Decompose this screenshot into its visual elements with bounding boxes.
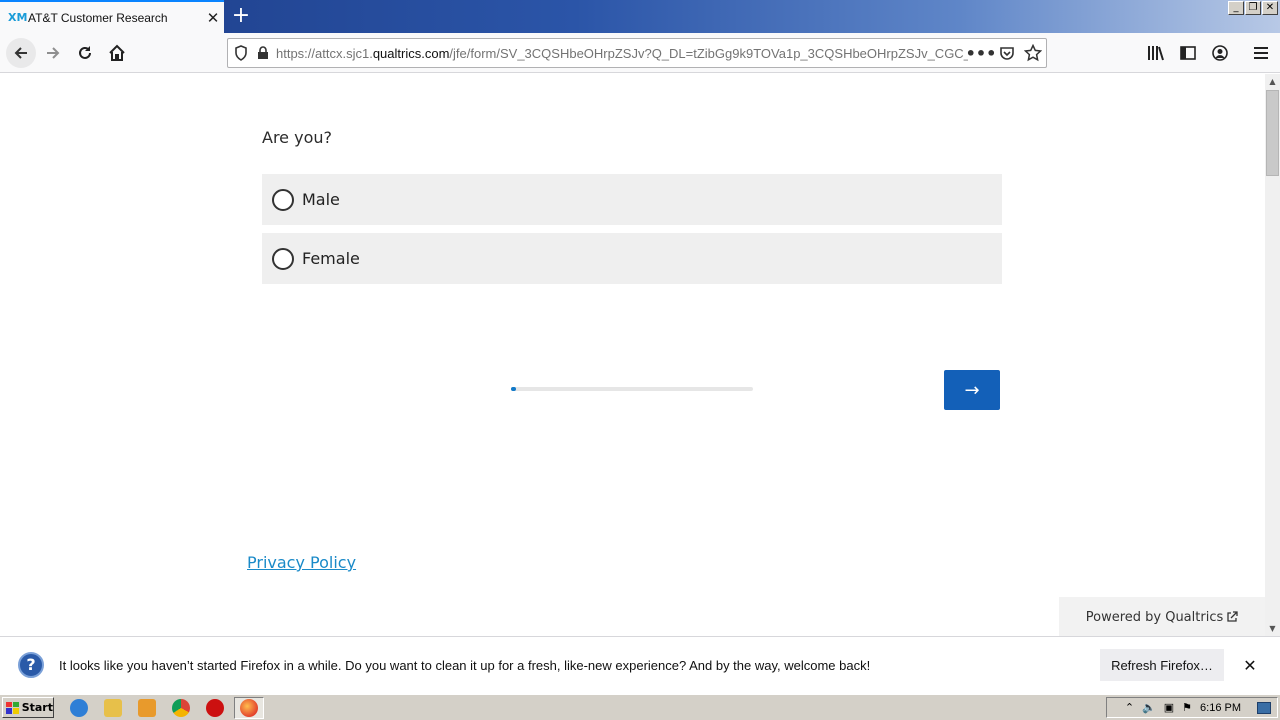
account-icon <box>1212 45 1228 61</box>
question-icon: ? <box>18 652 44 678</box>
url-text[interactable]: https://attcx.sjc1.qualtrics.com/jfe/for… <box>272 46 968 61</box>
tab-strip: XM AT&T Customer Research ✕ + _ ❐ ✕ <box>0 0 1280 33</box>
question-text: Are you? <box>262 128 332 147</box>
scrollbar-thumb[interactable] <box>1266 90 1279 176</box>
internet-explorer-icon[interactable] <box>70 699 88 717</box>
start-label: Start <box>21 701 53 714</box>
more-icon[interactable]: ••• <box>966 39 997 67</box>
sidebar-button[interactable] <box>1174 39 1202 67</box>
back-button[interactable] <box>6 38 36 68</box>
external-link-icon <box>1227 611 1238 622</box>
url-domain: qualtrics.com <box>372 45 450 61</box>
choice-label: Male <box>302 190 340 209</box>
survey-page: Are you? Male Female → Privacy Policy Po… <box>0 74 1265 636</box>
tab-title: AT&T Customer Research <box>28 10 168 25</box>
show-desktop-icon[interactable] <box>1257 701 1271 714</box>
reload-button[interactable] <box>71 39 99 67</box>
notification-bar: ? It looks like you haven’t started Fire… <box>0 636 1280 693</box>
action-center-flag-icon[interactable]: ⚑ <box>1182 701 1192 714</box>
start-button[interactable]: Start <box>2 697 54 718</box>
choice-male[interactable]: Male <box>262 174 1002 225</box>
scroll-up-arrow-icon[interactable]: ▲ <box>1265 74 1280 89</box>
restore-button[interactable]: ❐ <box>1245 1 1261 15</box>
media-player-icon[interactable] <box>138 699 156 717</box>
progress-fill <box>511 387 516 391</box>
vertical-scrollbar[interactable]: ▲ ▼ <box>1265 74 1280 636</box>
network-icon[interactable]: ▣ <box>1164 701 1174 714</box>
forward-icon <box>47 47 60 59</box>
firefox-icon <box>240 699 258 717</box>
chrome-icon[interactable] <box>172 699 190 717</box>
account-button[interactable] <box>1206 39 1234 67</box>
reload-icon <box>79 46 91 59</box>
windows-logo-icon <box>6 701 19 714</box>
privacy-policy-link[interactable]: Privacy Policy <box>247 553 356 572</box>
home-button[interactable] <box>103 39 131 67</box>
bookmark-star-icon[interactable] <box>1020 39 1046 67</box>
forward-button[interactable] <box>39 39 67 67</box>
url-prefix: https://attcx.sjc1. <box>276 45 373 61</box>
lock-icon[interactable] <box>254 39 272 67</box>
firefox-taskbar-button[interactable] <box>234 697 264 719</box>
scroll-down-arrow-icon[interactable]: ▼ <box>1265 621 1280 636</box>
home-icon <box>109 44 125 61</box>
clock: 6:16 PM <box>1200 701 1241 714</box>
shield-icon[interactable] <box>228 39 254 67</box>
system-tray: ⌃ 🔈 ▣ ⚑ 6:16 PM <box>1106 697 1278 718</box>
tab-favicon: XM <box>8 11 28 24</box>
file-explorer-icon[interactable] <box>104 699 122 717</box>
notification-message: It looks like you haven’t started Firefo… <box>59 657 871 673</box>
address-bar[interactable]: https://attcx.sjc1.qualtrics.com/jfe/for… <box>227 38 1047 68</box>
new-tab-button[interactable]: + <box>228 4 254 30</box>
window-controls: _ ❐ ✕ <box>1228 1 1278 15</box>
radio-button-icon[interactable] <box>272 188 294 211</box>
browser-tab[interactable]: XM AT&T Customer Research ✕ <box>0 0 224 33</box>
close-notification-icon[interactable]: ✕ <box>1238 656 1262 675</box>
radio-button-icon[interactable] <box>272 247 294 270</box>
menu-icon <box>1254 47 1268 59</box>
window-close-button[interactable]: ✕ <box>1262 1 1278 15</box>
powered-by-qualtrics-link[interactable]: Powered by Qualtrics <box>1059 597 1265 636</box>
refresh-firefox-button[interactable]: Refresh Firefox… <box>1100 649 1224 681</box>
windows-taskbar: Start ⌃ 🔈 ▣ ⚑ 6:16 PM <box>0 694 1280 720</box>
pocket-icon[interactable] <box>994 39 1020 67</box>
library-button[interactable] <box>1142 39 1170 67</box>
volume-icon[interactable]: 🔈 <box>1142 701 1156 714</box>
choice-female[interactable]: Female <box>262 233 1002 284</box>
powered-by-text: Powered by Qualtrics <box>1085 609 1224 625</box>
close-tab-icon[interactable]: ✕ <box>202 9 224 27</box>
choice-label: Female <box>302 249 360 268</box>
menu-button[interactable] <box>1247 39 1275 67</box>
opera-icon[interactable] <box>206 699 224 717</box>
sidebar-icon <box>1180 46 1196 60</box>
next-button[interactable]: → <box>944 370 1000 410</box>
minimize-button[interactable]: _ <box>1228 1 1244 15</box>
url-path: /jfe/form/SV_3CQSHbeOHrpZSJv?Q_DL=tZibGg… <box>449 45 968 61</box>
back-icon <box>14 47 27 59</box>
progress-bar <box>511 387 753 391</box>
navigation-toolbar: https://attcx.sjc1.qualtrics.com/jfe/for… <box>0 33 1280 73</box>
library-icon <box>1148 46 1164 61</box>
tray-expand-icon[interactable]: ⌃ <box>1125 701 1134 714</box>
